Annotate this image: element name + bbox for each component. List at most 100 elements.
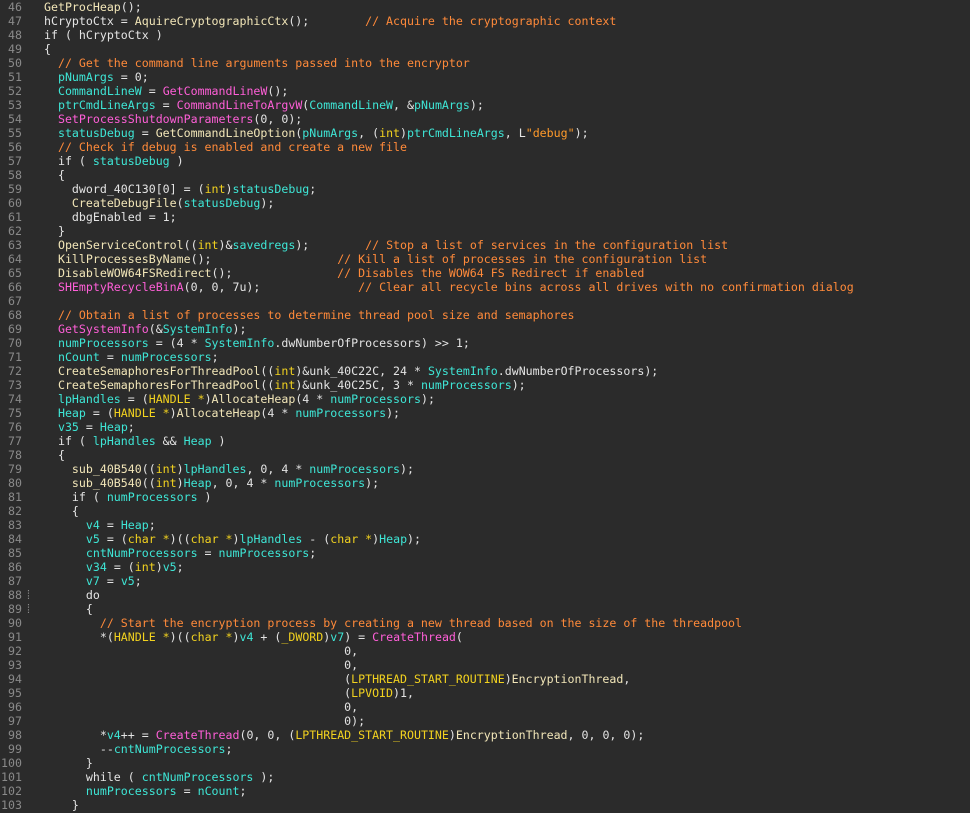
code-line[interactable]: 59 dword_40C130[0] = (int)statusDebug; (0, 182, 970, 196)
code-line[interactable]: 83 v4 = Heap; (0, 518, 970, 532)
code-line[interactable]: 47 hCryptoCtx = AquireCryptographicCtx();… (0, 14, 970, 28)
code-token: CommandLineToArgvW (176, 98, 303, 112)
code-token: (& (148, 322, 163, 336)
code-line[interactable]: 94 (LPTHREAD_START_ROUTINE)EncryptionThr… (0, 672, 970, 686)
code-line[interactable]: 50 // Get the command line arguments pas… (0, 56, 970, 70)
code-line[interactable]: 60 CreateDebugFile(statusDebug); (0, 196, 970, 210)
code-line[interactable]: 89 ⁞ { (0, 602, 970, 616)
pseudocode-editor[interactable]: 46 GetProcHeap(); 47 hCryptoCtx = AquireCry… (0, 0, 970, 813)
code-line[interactable]: 84 v5 = (char *)((char *)lpHandles - (ch… (0, 532, 970, 546)
code-text: if ( lpHandles && Heap ) (44, 434, 226, 448)
code-line[interactable]: 48 if ( hCryptoCtx ) (0, 28, 970, 42)
code-line[interactable]: 52 CommandLineW = GetCommandLineW(); (0, 84, 970, 98)
code-line[interactable]: 81 if ( numProcessors ) (0, 490, 970, 504)
code-line[interactable]: 75 Heap = (HANDLE *)AllocateHeap(4 * num… (0, 406, 970, 420)
code-line[interactable]: 57 if ( statusDebug ) (0, 154, 970, 168)
code-line[interactable]: 85 cntNumProcessors = numProcessors; (0, 546, 970, 560)
code-line[interactable]: 54 SetProcessShutdownParameters(0, 0); (0, 112, 970, 126)
code-line[interactable]: 86 v34 = (int)v5; (0, 560, 970, 574)
code-line[interactable]: 103 } (0, 798, 970, 812)
code-line[interactable]: 88 ⁞ do (0, 588, 970, 602)
code-line[interactable]: 102 numProcessors = nCount; (0, 784, 970, 798)
code-line[interactable]: 46 GetProcHeap(); (0, 0, 970, 14)
code-token: + ( (253, 630, 282, 644)
code-token: lpHandles (57, 392, 121, 406)
code-line[interactable]: 69 GetSystemInfo(&SystemInfo); (0, 322, 970, 336)
code-text: numProcessors = (4 * SystemInfo.dwNumber… (44, 336, 470, 350)
code-line[interactable]: 68 // Obtain a list of processes to dete… (0, 308, 970, 322)
code-line[interactable]: 53 ptrCmdLineArgs = CommandLineToArgvW(C… (0, 98, 970, 112)
code-line[interactable]: 58 { (0, 168, 970, 182)
line-number: 78 (8, 448, 22, 462)
code-token: )&unk_40C22C, 24 * (295, 364, 428, 378)
code-token: EncryptionThread (455, 728, 568, 742)
code-line[interactable]: 97 0); (0, 714, 970, 728)
code-line[interactable]: 96 0, (0, 700, 970, 714)
code-line[interactable]: 76 v35 = Heap; (0, 420, 970, 434)
code-line[interactable]: 99 --cntNumProcessors; (0, 742, 970, 756)
code-token: ); (420, 392, 435, 406)
code-token: int (204, 182, 226, 196)
code-token: } (44, 798, 79, 812)
code-text: { (44, 448, 65, 462)
code-token: = (99, 350, 121, 364)
code-line[interactable]: 49 { (0, 42, 970, 56)
code-line[interactable]: 65 DisableWOW64FSRedirect(); // Disables… (0, 266, 970, 280)
code-token: = (4 * (148, 336, 205, 350)
code-text: KillProcessesByName(); // Kill a list of… (44, 252, 707, 266)
code-line[interactable]: 66 SHEmptyRecycleBinA(0, 0, 7u); // Clea… (0, 280, 970, 294)
code-line[interactable]: 77 if ( lpHandles && Heap ) (0, 434, 970, 448)
code-line[interactable]: 61 dbgEnabled = 1; (0, 210, 970, 224)
code-text: while ( cntNumProcessors ); (44, 770, 275, 784)
code-line[interactable]: 91 *(HANDLE *)((char *)v4 + (_DWORD)v7) … (0, 630, 970, 644)
code-token: (); (288, 14, 366, 28)
code-line[interactable]: 82 { (0, 504, 970, 518)
code-token: ; (176, 560, 184, 574)
code-line[interactable]: 100 } (0, 756, 970, 770)
code-token: CreateDebugFile (71, 196, 177, 210)
code-line[interactable]: 73 CreateSemaphoresForThreadPool((int)&u… (0, 378, 970, 392)
code-text: 0); (44, 714, 365, 728)
code-token: numProcessors (309, 462, 401, 476)
code-line[interactable]: 92 0, (0, 644, 970, 658)
code-line[interactable]: 56 // Check if debug is enabled and crea… (0, 140, 970, 154)
code-line[interactable]: 93 0, (0, 658, 970, 672)
code-line[interactable]: 62 } (0, 224, 970, 238)
code-token: while ( (44, 770, 142, 784)
code-line[interactable]: 71 nCount = numProcessors; (0, 350, 970, 364)
code-line[interactable]: 51 pNumArgs = 0; (0, 70, 970, 84)
code-line[interactable]: 55 statusDebug = GetCommandLineOption(pN… (0, 126, 970, 140)
code-line[interactable]: 80 sub_40B540((int)Heap, 0, 4 * numProce… (0, 476, 970, 490)
code-line[interactable]: 63 OpenServiceControl((int)&savedregs); … (0, 238, 970, 252)
code-text: v5 = (char *)((char *)lpHandles - (char … (44, 532, 421, 546)
code-line[interactable]: 78 { (0, 448, 970, 462)
code-text: CreateDebugFile(statusDebug); (44, 196, 274, 210)
code-line[interactable]: 72 CreateSemaphoresForThreadPool((int)&u… (0, 364, 970, 378)
code-line[interactable]: 79 sub_40B540((int)lpHandles, 0, 4 * num… (0, 462, 970, 476)
code-line[interactable]: 70 numProcessors = (4 * SystemInfo.dwNum… (0, 336, 970, 350)
line-number: 82 (8, 504, 22, 518)
code-line[interactable]: 90 // Start the encryption process by cr… (0, 616, 970, 630)
code-text: SetProcessShutdownParameters(0, 0); (44, 112, 302, 126)
line-number: 53 (8, 98, 22, 112)
code-line[interactable]: 87 v7 = v5; (0, 574, 970, 588)
code-line[interactable]: 67 (0, 294, 970, 308)
code-token: , L (504, 126, 526, 140)
code-line[interactable]: 95 (LPVOID)1, (0, 686, 970, 700)
code-text: dbgEnabled = 1; (44, 210, 177, 224)
code-line[interactable]: 64 KillProcessesByName(); // Kill a list… (0, 252, 970, 266)
code-line[interactable]: 101 while ( cntNumProcessors ); (0, 770, 970, 784)
code-line[interactable]: 74 lpHandles = (HANDLE *)AllocateHeap(4 … (0, 392, 970, 406)
line-number: 90 (8, 616, 22, 630)
code-token: cntNumProcessors (113, 742, 226, 756)
code-line[interactable]: 98 *v4++ = CreateThread(0, 0, (LPTHREAD_… (0, 728, 970, 742)
